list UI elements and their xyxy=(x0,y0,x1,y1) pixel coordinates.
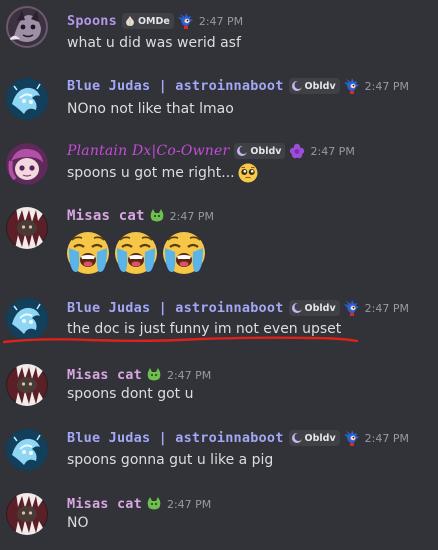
moon-icon xyxy=(291,432,303,444)
message-content: spoons dont got u xyxy=(67,386,193,402)
emoji-row xyxy=(64,228,208,276)
avatar[interactable] xyxy=(6,493,48,535)
cat-icon xyxy=(149,208,165,224)
message-text: spoons gonna gut u like a pig xyxy=(67,452,274,468)
purple-flower-icon xyxy=(289,143,305,159)
avatar[interactable] xyxy=(6,207,48,249)
misas-avatar-image xyxy=(6,364,48,406)
server-tag-label: Obldv xyxy=(304,432,336,444)
message-header: Plantain Dx|Co-Owner Obldv 2:47 PM xyxy=(67,141,355,161)
sonic-icon xyxy=(344,430,360,446)
message-text: spoons u got me right... xyxy=(67,165,235,181)
moon-icon xyxy=(291,80,303,92)
server-tag-label: OMDe xyxy=(137,15,170,27)
username[interactable]: Misas cat xyxy=(67,367,142,383)
message-text: spoons dont got u xyxy=(67,386,194,402)
sonic-icon xyxy=(178,13,194,29)
message-item: Plantain Dx|Co-Owner Obldv 2:47 PM spoon… xyxy=(0,135,438,195)
moon-icon xyxy=(236,145,248,157)
server-tag-label: Obldv xyxy=(250,145,282,157)
message-text: what u did was werid asf xyxy=(67,35,241,51)
moon-icon xyxy=(291,302,303,314)
message-content: spoons u got me right... xyxy=(67,163,258,183)
sonic-icon xyxy=(344,300,360,316)
cat-icon xyxy=(146,367,162,383)
garlic-icon xyxy=(124,15,136,27)
avatar[interactable] xyxy=(6,78,48,120)
message-content: NOno not like that lmao xyxy=(67,101,234,117)
username[interactable]: Blue Judas | astroinnaboot xyxy=(67,430,284,446)
message-header: Misas cat 2:47 PM xyxy=(67,494,211,514)
message-timestamp: 2:47 PM xyxy=(166,368,212,382)
message-header: Misas cat 2:47 PM xyxy=(67,365,211,385)
message-timestamp: 2:47 PM xyxy=(364,301,409,315)
username[interactable]: Blue Judas | astroinnaboot xyxy=(67,300,284,316)
blue-judas-avatar-image xyxy=(6,298,48,340)
server-tag[interactable]: Obldv xyxy=(288,430,340,446)
avatar[interactable] xyxy=(6,429,48,471)
username[interactable]: Blue Judas | astroinnaboot xyxy=(67,78,284,94)
message-content: the doc is just funny im not even upset xyxy=(67,321,341,337)
message-item: Blue Judas | astroinnaboot Obldv 2:47 PM… xyxy=(0,292,438,352)
misas-avatar-image xyxy=(6,207,48,249)
message-item: Spoons OMDe 2:47 PM what u did was werid… xyxy=(0,0,438,60)
message-content: what u did was werid asf xyxy=(67,35,241,51)
message-timestamp: 2:47 PM xyxy=(166,497,212,511)
server-tag[interactable]: Obldv xyxy=(288,78,340,94)
message-header: Misas cat 2:47 PM xyxy=(67,206,214,226)
cat-icon xyxy=(146,496,162,512)
message-timestamp: 2:47 PM xyxy=(364,431,409,445)
server-tag-label: Obldv xyxy=(304,302,336,314)
message-timestamp: 2:47 PM xyxy=(364,79,409,93)
message-item: Misas cat 2:47 PM spoons dont got u xyxy=(0,358,438,418)
message-header: Blue Judas | astroinnaboot Obldv 2:47 PM xyxy=(67,428,409,448)
username[interactable]: Misas cat xyxy=(67,496,142,512)
message-content: NO xyxy=(67,515,89,531)
message-header: Spoons OMDe 2:47 PM xyxy=(67,11,243,31)
message-content: spoons gonna gut u like a pig xyxy=(67,452,273,468)
blue-judas-avatar-image xyxy=(6,429,48,471)
message-text: the doc is just funny im not even upset xyxy=(67,321,342,337)
blue-judas-avatar-image xyxy=(6,78,48,120)
server-tag[interactable]: OMDe xyxy=(121,13,174,29)
message-item: Misas cat 2:47 PM xyxy=(0,200,438,285)
pleading-face-emoji[interactable] xyxy=(238,163,258,183)
sonic-icon xyxy=(344,78,360,94)
spoons-avatar-image xyxy=(6,6,48,48)
message-timestamp: 2:47 PM xyxy=(198,14,244,28)
avatar[interactable] xyxy=(6,6,48,48)
username[interactable]: Misas cat xyxy=(67,208,145,224)
avatar[interactable] xyxy=(6,143,48,185)
message-header: Blue Judas | astroinnaboot Obldv 2:47 PM xyxy=(67,298,409,318)
message-header: Blue Judas | astroinnaboot Obldv 2:47 PM xyxy=(67,76,409,96)
server-tag-label: Obldv xyxy=(304,80,336,92)
message-item: Blue Judas | astroinnaboot Obldv 2:47 PM… xyxy=(0,423,438,483)
avatar[interactable] xyxy=(6,298,48,340)
message-text: NOno not like that lmao xyxy=(67,101,234,117)
username[interactable]: Plantain Dx|Co-Owner xyxy=(67,143,229,159)
server-tag[interactable]: Obldv xyxy=(288,300,340,316)
message-timestamp: 2:47 PM xyxy=(310,144,355,158)
loudly-crying-face-emoji[interactable] xyxy=(112,228,160,276)
message-timestamp: 2:47 PM xyxy=(169,209,214,223)
message-item: Blue Judas | astroinnaboot Obldv 2:47 PM… xyxy=(0,70,438,130)
plantain-avatar-image xyxy=(6,143,48,185)
server-tag[interactable]: Obldv xyxy=(234,143,286,159)
loudly-crying-face-emoji[interactable] xyxy=(160,228,208,276)
message-item: Misas cat 2:47 PM NO xyxy=(0,488,438,548)
loudly-crying-face-emoji[interactable] xyxy=(64,228,112,276)
message-text: NO xyxy=(67,515,89,531)
username[interactable]: Spoons xyxy=(67,13,117,29)
misas-avatar-image xyxy=(6,493,48,535)
avatar[interactable] xyxy=(6,364,48,406)
